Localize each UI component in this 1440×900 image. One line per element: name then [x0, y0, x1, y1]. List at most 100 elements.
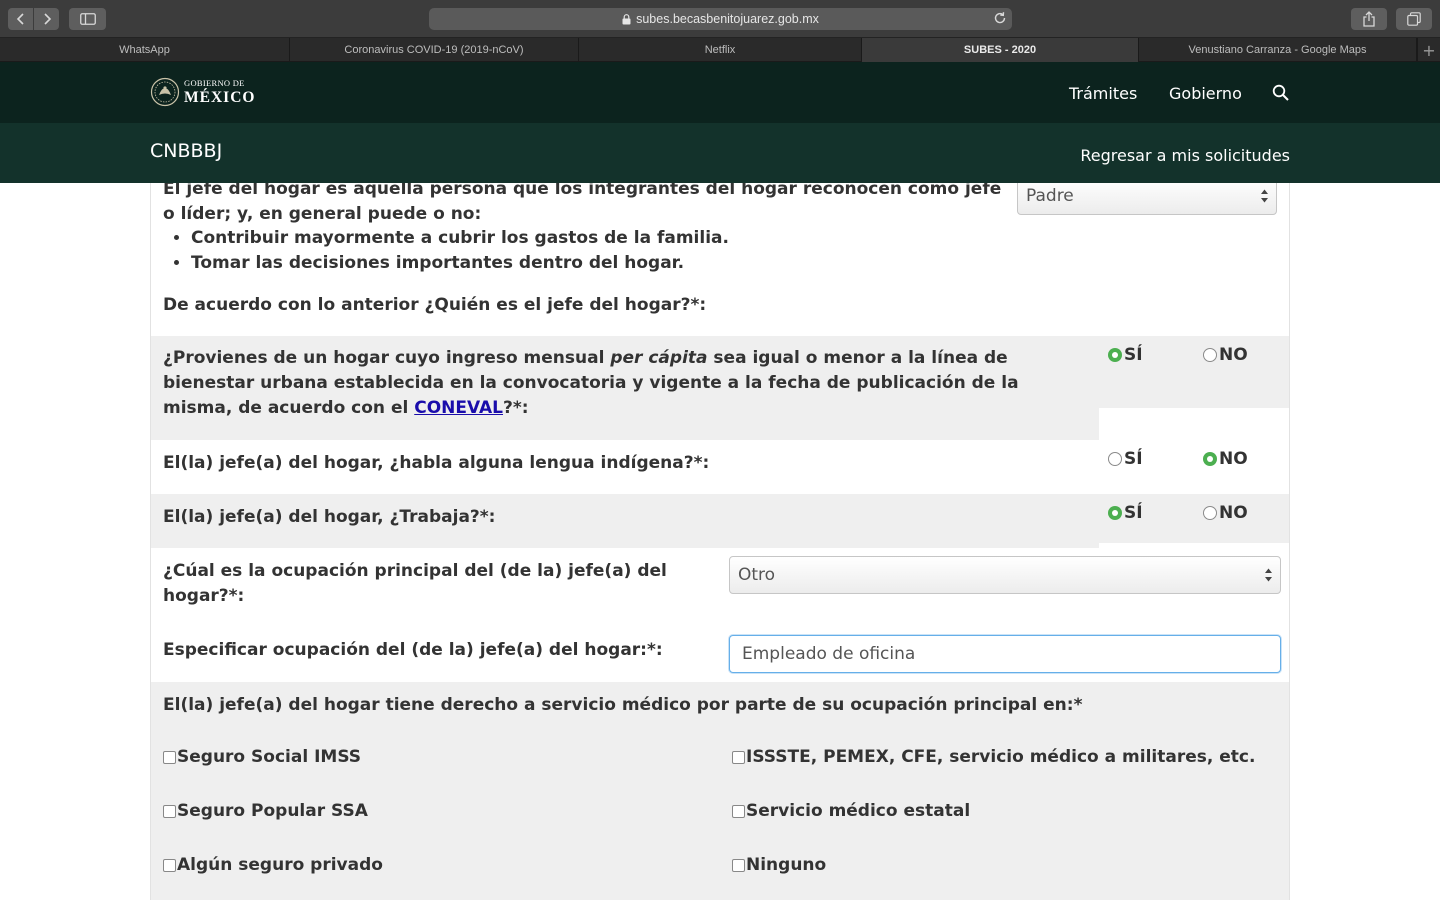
lengua-question: El(la) jefe(a) del hogar, ¿habla alguna … — [163, 453, 710, 473]
imss-checkbox[interactable]: Seguro Social IMSS — [163, 747, 361, 767]
url-text: subes.becasbenitojuarez.gob.mx — [636, 12, 819, 26]
row-divider — [1099, 543, 1289, 548]
radio-empty-icon — [1203, 506, 1217, 520]
seguro-popular-checkbox[interactable]: Seguro Popular SSA — [163, 801, 368, 821]
chevron-left-icon — [16, 13, 24, 25]
tabs-icon — [1407, 12, 1421, 26]
radio-label: NO — [1219, 345, 1248, 365]
chevron-right-icon — [43, 13, 51, 25]
radio-label: SÍ — [1124, 449, 1143, 469]
tab-coronavirus[interactable]: Coronavirus COVID-19 (2019-nCoV) — [290, 38, 579, 62]
tab-google-maps[interactable]: Venustiano Carranza - Google Maps — [1139, 38, 1417, 62]
ocupacion-select-value: Otro — [738, 565, 776, 585]
tab-overview-button[interactable] — [1396, 8, 1432, 30]
share-button[interactable] — [1351, 8, 1387, 30]
lengua-no-radio[interactable]: NO — [1203, 449, 1248, 469]
jefe-intro-text: El jefe del hogar es aquella persona que… — [163, 183, 1002, 224]
tab-netflix[interactable]: Netflix — [579, 38, 862, 62]
sidebar-toggle-button[interactable] — [69, 8, 106, 30]
logo-main-text: MÉXICO — [184, 88, 256, 106]
seguro-privado-checkbox[interactable]: Algún seguro privado — [163, 855, 383, 875]
eagle-seal-icon — [150, 77, 180, 107]
checkbox-label: Seguro Social IMSS — [177, 747, 362, 767]
ninguno-checkbox[interactable]: Ninguno — [732, 855, 826, 875]
jefe-select[interactable]: Padre — [1017, 183, 1277, 215]
checkbox-icon — [732, 804, 745, 818]
search-icon[interactable] — [1272, 84, 1290, 102]
ocupacion-question: ¿Cúal es la ocupación principal del (de … — [163, 561, 667, 606]
tab-label: WhatsApp — [119, 44, 170, 56]
radio-selected-icon — [1203, 452, 1217, 466]
radio-selected-icon — [1108, 506, 1122, 520]
checkbox-label: Seguro Popular SSA — [177, 801, 368, 821]
site-header: GOBIERNO DE MÉXICO Trámites Gobierno — [0, 62, 1440, 123]
radio-selected-icon — [1108, 348, 1122, 362]
radio-empty-icon — [1108, 452, 1122, 466]
checkbox-icon — [163, 750, 176, 764]
lock-icon — [622, 13, 631, 24]
sub-header: CNBBBJ Regresar a mis solicitudes — [0, 123, 1440, 183]
especificar-ocupacion-input[interactable]: Empleado de oficina — [729, 635, 1281, 673]
checkbox-icon — [163, 804, 176, 818]
ingreso-no-radio[interactable]: NO — [1203, 345, 1248, 365]
tab-label: SUBES - 2020 — [963, 44, 1037, 56]
checkbox-icon — [732, 750, 745, 764]
back-to-requests-link[interactable]: Regresar a mis solicitudes — [1080, 146, 1290, 165]
servicio-question: El(la) jefe(a) del hogar tiene derecho a… — [163, 695, 1083, 715]
trabaja-no-radio[interactable]: NO — [1203, 503, 1248, 523]
ingreso-q-part3: ?*: — [503, 398, 529, 418]
jefe-select-value: Padre — [1026, 186, 1074, 206]
especificar-question: Especificar ocupación del (de la) jefe(a… — [163, 640, 663, 660]
page-title: CNBBBJ — [150, 140, 223, 162]
gobierno-logo[interactable]: GOBIERNO DE MÉXICO — [150, 77, 255, 107]
plus-icon: + — [1422, 40, 1436, 60]
share-icon — [1363, 11, 1375, 27]
nav-gobierno-link[interactable]: Gobierno — [1169, 84, 1242, 103]
checkbox-label: Algún seguro privado — [177, 855, 383, 875]
tab-label: Netflix — [704, 44, 736, 56]
radio-label: SÍ — [1124, 503, 1143, 523]
new-tab-button[interactable]: + — [1417, 38, 1440, 62]
checkbox-icon — [732, 858, 745, 872]
radio-label: NO — [1219, 449, 1248, 469]
issste-checkbox[interactable]: ISSSTE, PEMEX, CFE, servicio médico a mi… — [732, 747, 1255, 767]
select-arrows-icon — [1261, 189, 1268, 203]
reload-icon[interactable] — [993, 11, 1007, 25]
coneval-link[interactable]: CONEVAL — [414, 398, 503, 418]
checkbox-label: ISSSTE, PEMEX, CFE, servicio médico a mi… — [746, 747, 1256, 767]
radio-label: SÍ — [1124, 345, 1143, 365]
list-item: Contribuir mayormente a cubrir los gasto… — [191, 226, 729, 251]
sidebar-icon — [79, 13, 96, 25]
jefe-question: De acuerdo con lo anterior ¿Quién es el … — [163, 295, 707, 315]
radio-empty-icon — [1203, 348, 1217, 362]
tab-strip: WhatsApp Coronavirus COVID-19 (2019-nCoV… — [0, 38, 1440, 62]
lengua-yes-radio[interactable]: SÍ — [1108, 449, 1143, 469]
ingreso-q-italic: per cápita — [610, 348, 708, 368]
checkbox-icon — [163, 858, 176, 872]
address-bar[interactable]: subes.becasbenitojuarez.gob.mx — [429, 8, 1012, 30]
jefe-criteria-list: Contribuir mayormente a cubrir los gasto… — [191, 226, 729, 276]
tab-whatsapp[interactable]: WhatsApp — [0, 38, 290, 62]
list-item: Tomar las decisiones importantes dentro … — [191, 251, 729, 276]
checkbox-label: Ninguno — [746, 855, 827, 875]
forward-button[interactable] — [34, 8, 59, 30]
servicio-estatal-checkbox[interactable]: Servicio médico estatal — [732, 801, 970, 821]
tab-label: Venustiano Carranza - Google Maps — [1188, 44, 1367, 56]
tab-label: Coronavirus COVID-19 (2019-nCoV) — [344, 44, 524, 56]
trabaja-question: El(la) jefe(a) del hogar, ¿Trabaja?*: — [163, 507, 496, 527]
especificar-input-value: Empleado de oficina — [742, 644, 916, 664]
back-button[interactable] — [8, 8, 33, 30]
form-container: El jefe del hogar es aquella persona que… — [150, 183, 1290, 900]
tab-subes[interactable]: SUBES - 2020 — [862, 38, 1139, 62]
ingreso-q-part1: ¿Provienes de un hogar cuyo ingreso mens… — [163, 348, 611, 368]
checkbox-label: Servicio médico estatal — [746, 801, 971, 821]
browser-toolbar: subes.becasbenitojuarez.gob.mx — [0, 0, 1440, 38]
nav-tramites-link[interactable]: Trámites — [1069, 84, 1137, 103]
ocupacion-select[interactable]: Otro — [729, 556, 1281, 594]
ingreso-yes-radio[interactable]: SÍ — [1108, 345, 1143, 365]
ingreso-question: ¿Provienes de un hogar cuyo ingreso mens… — [163, 346, 1083, 421]
logo-top-text: GOBIERNO DE — [184, 78, 245, 88]
trabaja-yes-radio[interactable]: SÍ — [1108, 503, 1143, 523]
select-arrows-icon — [1265, 568, 1272, 582]
radio-label: NO — [1219, 503, 1248, 523]
